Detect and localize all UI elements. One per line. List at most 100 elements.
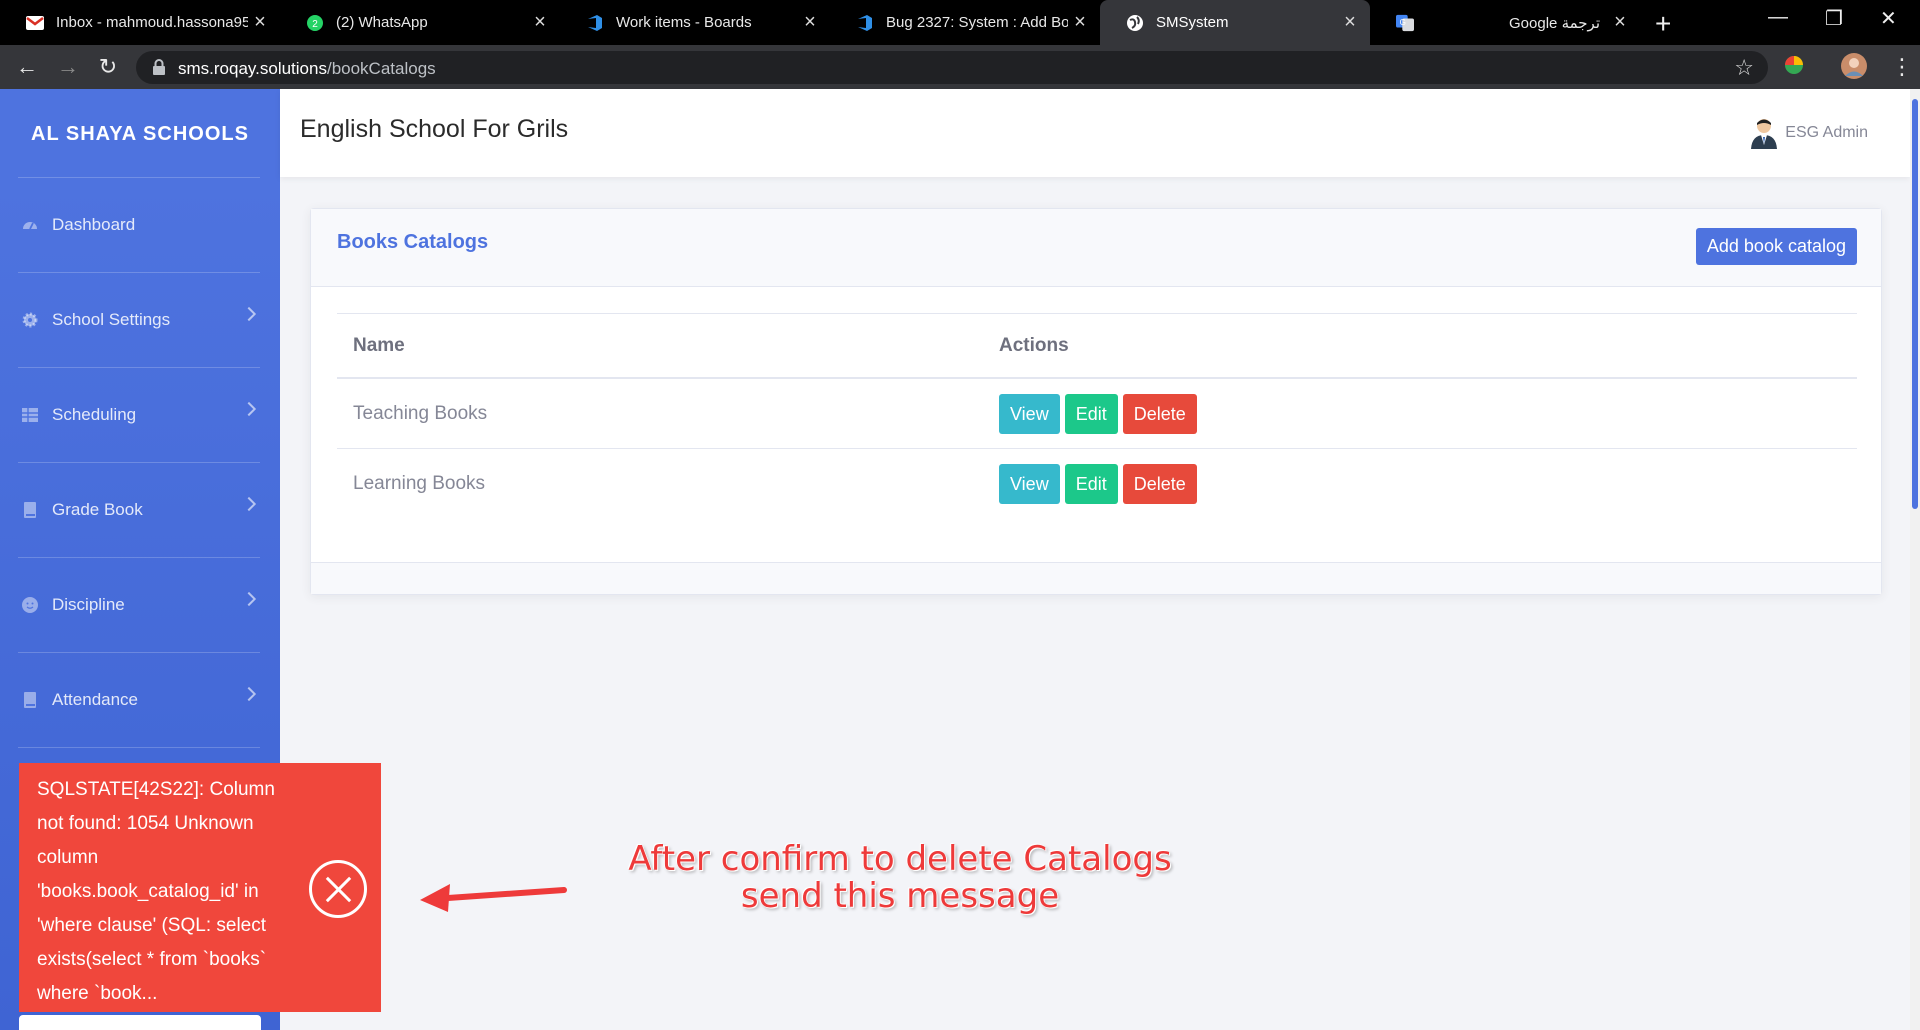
bookmark-star-icon[interactable]: ☆ [1734, 55, 1754, 81]
tab-close-icon[interactable]: × [1338, 11, 1362, 34]
sidebar-item-attendance[interactable]: Attendance [18, 653, 260, 748]
tab-close-icon[interactable]: × [798, 11, 822, 34]
window-close-icon[interactable]: ✕ [1880, 6, 1897, 31]
tab-close-icon[interactable]: × [528, 11, 552, 34]
card-footer [311, 562, 1881, 594]
table-row: Learning Books View Edit Delete [337, 449, 1857, 519]
url-text: sms.roqay.solutions/bookCatalogs [178, 59, 436, 79]
edit-button[interactable]: Edit [1064, 393, 1118, 434]
scrollbar-thumb[interactable] [1912, 99, 1918, 509]
browser-tab-gmail[interactable]: Inbox - mahmoud.hassona95 × [0, 0, 280, 45]
chevron-right-icon [241, 496, 257, 512]
url-path: /bookCatalogs [326, 59, 436, 78]
extension-icon[interactable] [1783, 54, 1805, 81]
chevron-right-icon [241, 686, 257, 702]
forward-arrow-icon[interactable]: → [54, 53, 82, 81]
profile-avatar-icon[interactable] [1840, 52, 1868, 85]
sidebar-item-dashboard[interactable]: Dashboard [18, 178, 260, 273]
table-icon [22, 408, 38, 422]
tab-title: Google ترجمة [1509, 14, 1600, 32]
sidebar-item-label: Grade Book [52, 500, 143, 519]
reload-icon[interactable]: ↻ [94, 53, 122, 81]
book-icon [24, 692, 36, 708]
sidebar-item-scheduling[interactable]: Scheduling [18, 368, 260, 463]
globe-icon [1126, 14, 1144, 32]
catalog-name: Learning Books [353, 473, 486, 494]
page-scrollbar[interactable] [1910, 89, 1920, 1030]
tab-title: Work items - Boards [616, 14, 752, 31]
sidebar-item-school-settings[interactable]: School Settings [18, 273, 260, 368]
catalog-name: Teaching Books [353, 402, 488, 424]
sidebar-item-label: School Settings [52, 310, 171, 329]
gmail-icon [26, 14, 44, 32]
sidebar-item-label: Attendance [52, 690, 139, 709]
browser-tab-boards[interactable]: Work items - Boards × [560, 0, 830, 45]
azure-devops-icon [586, 14, 604, 32]
user-name: ESG Admin [1785, 124, 1868, 141]
card-header: Books Catalogs Add book catalog [311, 209, 1881, 287]
table-header: Name Actions [337, 313, 1857, 379]
chevron-right-icon [241, 306, 257, 322]
sidebar-item-label: Dashboard [52, 215, 136, 234]
browser-tab-smsystem[interactable]: SMSystem × [1100, 0, 1370, 45]
browser-tab-translate[interactable]: G Google ترجمة × [1370, 0, 1640, 45]
svg-text:2: 2 [312, 19, 318, 30]
sidebar-panel-edge [19, 1015, 261, 1030]
chevron-right-icon [241, 401, 257, 417]
column-header-name: Name [353, 334, 405, 356]
chevron-right-icon [241, 591, 257, 607]
minimize-icon[interactable]: — [1768, 6, 1788, 29]
error-toast[interactable]: SQLSTATE[42S22]: Column not found: 1054 … [19, 763, 381, 1012]
topbar: English School For Grils ESG Admin [280, 89, 1910, 177]
tab-title: Inbox - mahmoud.hassona95 [56, 14, 248, 31]
tab-close-icon[interactable]: × [1608, 11, 1632, 34]
annotation-arrow-icon [420, 884, 567, 912]
annotation-text: After confirm to delete Catalogs send th… [628, 839, 1172, 916]
address-bar[interactable]: sms.roqay.solutions/bookCatalogs ☆ [136, 51, 1768, 84]
catalogs-table: Name Actions Teaching Books View Edit De… [337, 313, 1857, 519]
delete-button[interactable]: Delete [1122, 393, 1197, 434]
smile-icon [22, 597, 38, 613]
user-menu[interactable]: ESG Admin [1749, 117, 1868, 149]
browser-tab-bug[interactable]: Bug 2327: System : Add Book × [830, 0, 1100, 45]
brand-title[interactable]: AL SHAYA SCHOOLS [0, 123, 280, 146]
browser-menu-icon[interactable]: ⋮ [1888, 53, 1916, 81]
browser-toolbar: ← → ↻ sms.roqay.solutions/bookCatalogs ☆… [0, 45, 1920, 89]
sidebar-item-label: Discipline [52, 595, 125, 614]
add-book-catalog-button[interactable]: Add book catalog [1695, 228, 1857, 265]
row-actions: View Edit Delete [999, 393, 1197, 434]
view-button[interactable]: View [999, 393, 1060, 434]
toast-close-icon[interactable] [309, 860, 367, 918]
browser-tab-whatsapp[interactable]: 2 (2) WhatsApp × [280, 0, 560, 45]
google-translate-icon: G [1396, 14, 1414, 32]
books-catalogs-card: Books Catalogs Add book catalog Name Act… [310, 208, 1882, 595]
svg-text:G: G [1400, 17, 1406, 26]
browser-tab-bar: Inbox - mahmoud.hassona95 × 2 (2) WhatsA… [0, 0, 1920, 45]
sidebar-item-grade-book[interactable]: Grade Book [18, 463, 260, 558]
azure-devops-icon [856, 14, 874, 32]
tab-close-icon[interactable]: × [1068, 11, 1092, 34]
view-button[interactable]: View [999, 464, 1060, 504]
column-header-actions: Actions [999, 334, 1069, 356]
new-tab-plus-icon[interactable]: + [1655, 8, 1671, 40]
lock-icon [152, 59, 166, 80]
sidebar-item-discipline[interactable]: Discipline [18, 558, 260, 653]
tab-close-icon[interactable]: × [248, 11, 272, 34]
edit-button[interactable]: Edit [1064, 464, 1118, 504]
card-title: Books Catalogs [337, 231, 489, 253]
tab-title: Bug 2327: System : Add Book [886, 14, 1068, 31]
delete-button[interactable]: Delete [1122, 464, 1197, 504]
page-title: English School For Grils [300, 115, 569, 143]
gear-icon [22, 312, 38, 328]
user-avatar-icon [1751, 119, 1778, 149]
sidebar-item-label: Scheduling [52, 405, 137, 424]
whatsapp-icon: 2 [306, 14, 324, 32]
book-icon [24, 502, 36, 518]
tab-title: (2) WhatsApp [336, 14, 428, 31]
restore-icon[interactable]: ❐ [1825, 6, 1843, 31]
error-message: SQLSTATE[42S22]: Column not found: 1054 … [37, 779, 275, 1004]
url-host: sms.roqay.solutions [178, 59, 327, 78]
row-actions: View Edit Delete [999, 464, 1197, 504]
tab-title: SMSystem [1156, 14, 1229, 31]
back-arrow-icon[interactable]: ← [13, 53, 41, 81]
